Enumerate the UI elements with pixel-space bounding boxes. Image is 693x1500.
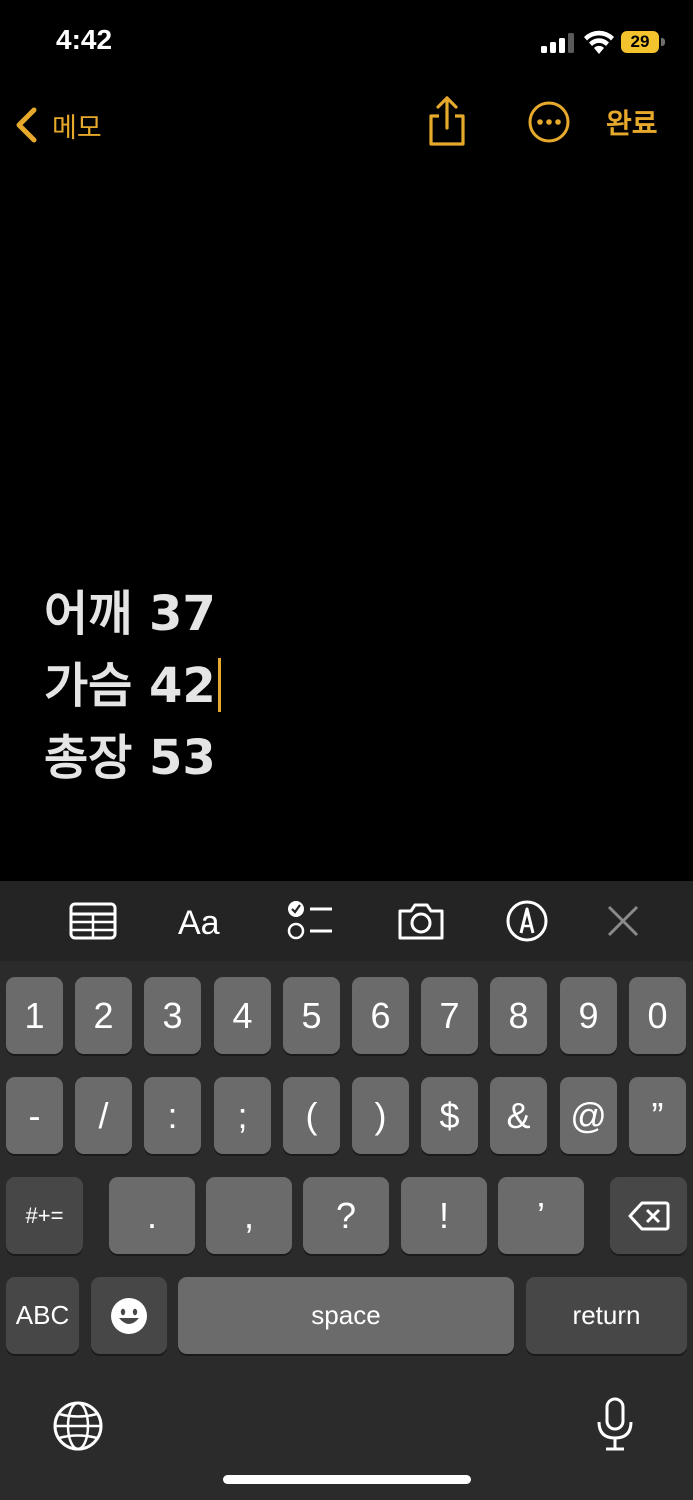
close-icon[interactable] [604,899,642,943]
return-key[interactable]: return [526,1277,687,1354]
key-9[interactable]: 9 [560,977,617,1054]
battery-level: 29 [630,32,650,51]
key-open-paren[interactable]: ( [283,1077,340,1154]
globe-icon[interactable] [52,1400,104,1452]
text-format-icon[interactable]: Aa [176,899,232,943]
status-bar: 4:42 29 [0,0,693,80]
key-2[interactable]: 2 [75,977,132,1054]
key-8[interactable]: 8 [490,977,547,1054]
note-line: 가슴 42 [44,654,221,726]
svg-text:Aa: Aa [178,904,220,942]
key-semicolon[interactable]: ; [214,1077,271,1154]
key-ampersand[interactable]: & [490,1077,547,1154]
nav-bar: 메모 완료 [0,90,693,160]
key-4[interactable]: 4 [214,977,271,1054]
camera-icon[interactable] [396,899,446,943]
key-0[interactable]: 0 [629,977,686,1054]
table-icon[interactable] [68,899,118,943]
space-key[interactable]: space [178,1277,514,1354]
key-period[interactable]: . [109,1177,195,1254]
chevron-left-icon [16,107,37,143]
key-7[interactable]: 7 [421,977,478,1054]
done-button[interactable]: 완료 [606,102,658,142]
markup-pen-icon[interactable] [504,899,550,943]
key-5[interactable]: 5 [283,977,340,1054]
home-indicator[interactable] [223,1475,471,1484]
battery-icon: 29 [621,31,665,53]
emoji-icon [111,1297,147,1334]
delete-backspace-icon [628,1201,669,1230]
symbols-toggle-key[interactable]: #+= [6,1177,83,1254]
back-button[interactable]: 메모 [14,102,102,148]
text-cursor [217,658,221,712]
emoji-key[interactable] [91,1277,167,1354]
key-colon[interactable]: : [144,1077,201,1154]
note-line: 총장 53 [44,730,216,786]
note-body[interactable]: 어깨 37 가슴 42 총장 53 [44,582,221,798]
note-line: 어깨 37 [44,586,216,642]
key-1[interactable]: 1 [6,977,63,1054]
key-apostrophe[interactable]: ’ [498,1177,584,1254]
checklist-icon[interactable] [286,899,336,943]
share-icon[interactable] [424,94,470,150]
cellular-signal-icon [541,33,574,53]
key-hyphen[interactable]: - [6,1077,63,1154]
key-3[interactable]: 3 [144,977,201,1054]
key-slash[interactable]: / [75,1077,132,1154]
wifi-icon [584,30,614,54]
abc-key[interactable]: ABC [6,1277,79,1354]
key-close-paren[interactable]: ) [352,1077,409,1154]
more-options-icon[interactable] [527,100,571,144]
delete-key[interactable] [610,1177,687,1254]
formatting-toolbar: Aa [0,881,693,961]
key-6[interactable]: 6 [352,977,409,1054]
key-question[interactable]: ? [303,1177,389,1254]
key-at[interactable]: @ [560,1077,617,1154]
status-time: 4:42 [56,24,113,55]
key-quote[interactable]: ” [629,1077,686,1154]
key-comma[interactable]: , [206,1177,292,1254]
back-label: 메모 [52,112,102,144]
key-dollar[interactable]: $ [421,1077,478,1154]
keyboard: Aa 1 2 3 4 5 6 7 8 9 0 - / : ; () $ & @… [0,881,693,1500]
key-exclamation[interactable]: ! [401,1177,487,1254]
microphone-icon[interactable] [596,1396,634,1452]
